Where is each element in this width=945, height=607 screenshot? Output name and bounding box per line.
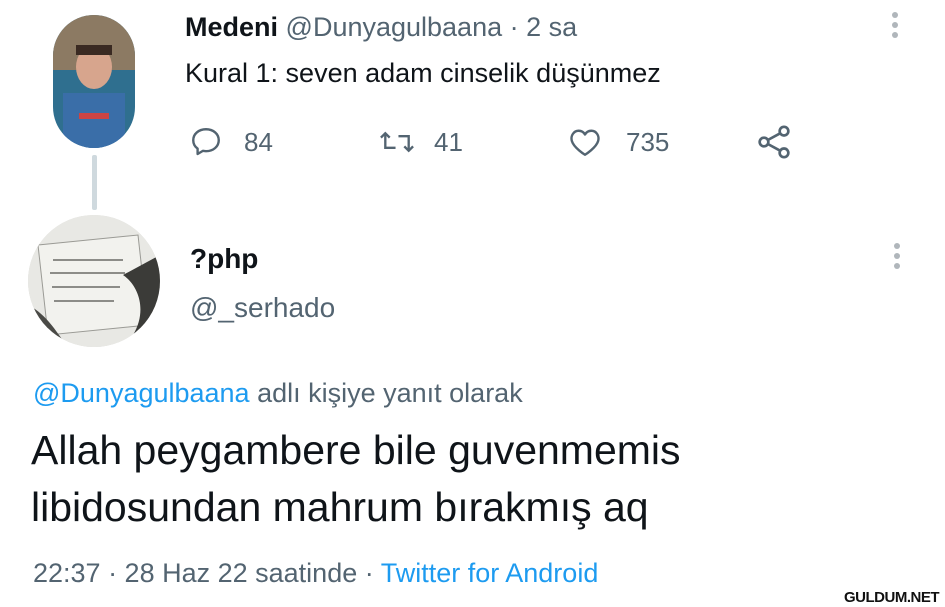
tweet2-meta: 22:37 · 28 Haz 22 saatinde · Twitter for…: [33, 558, 598, 589]
retweet-count: 41: [434, 126, 463, 157]
reply-to-suffix: adlı kişiye yanıt olarak: [249, 378, 523, 408]
reply-to-handle-link[interactable]: @Dunyagulbaana: [33, 378, 250, 408]
like-button[interactable]: 735: [566, 124, 669, 160]
reply-context: @Dunyagulbaana adlı kişiye yanıt olarak: [33, 378, 523, 409]
reply-button[interactable]: 84: [188, 124, 273, 160]
tweet1-handle[interactable]: @Dunyagulbaana: [286, 12, 503, 42]
avatar-serhado[interactable]: [28, 215, 160, 347]
tweet2-text-line1: Allah peygambere bile guvenmemis: [31, 427, 681, 473]
retweet-button[interactable]: 41: [378, 124, 463, 160]
tweet2-display-name[interactable]: ?php: [190, 243, 258, 275]
reply-count: 84: [244, 126, 273, 157]
share-icon: [758, 125, 790, 159]
tweet2-source-link[interactable]: Twitter for Android: [381, 558, 599, 588]
tweet2-text: Allah peygambere bile guvenmemis libidos…: [31, 422, 681, 536]
like-count: 735: [626, 126, 670, 157]
tweet1-more-icon[interactable]: [885, 12, 905, 38]
avatar-medeni[interactable]: [53, 15, 135, 148]
avatar-photo: [28, 215, 160, 347]
tweet2-handle[interactable]: @_serhado: [190, 292, 335, 324]
heart-icon: [570, 129, 600, 156]
avatar-photo: [53, 15, 135, 148]
tweet1-display-name[interactable]: Medeni: [185, 12, 278, 42]
tweet2-text-line2: libidosundan mahrum bırakmış aq: [31, 484, 649, 530]
tweet2-more-icon[interactable]: [887, 243, 907, 269]
thread-connector-line: [92, 155, 97, 210]
tweet2-timestamp[interactable]: 22:37 · 28 Haz 22 saatinde ·: [33, 558, 381, 588]
reply-icon: [192, 128, 220, 156]
tweet1-time[interactable]: · 2 sa: [510, 12, 578, 42]
tweet1-text: Kural 1: seven adam cinselik düşünmez: [185, 58, 661, 88]
share-button[interactable]: [754, 122, 794, 162]
watermark: GULDUM.NET: [842, 589, 941, 606]
retweet-icon: [380, 131, 414, 153]
tweet1-header: Medeni @Dunyagulbaana · 2 sa: [185, 12, 577, 43]
